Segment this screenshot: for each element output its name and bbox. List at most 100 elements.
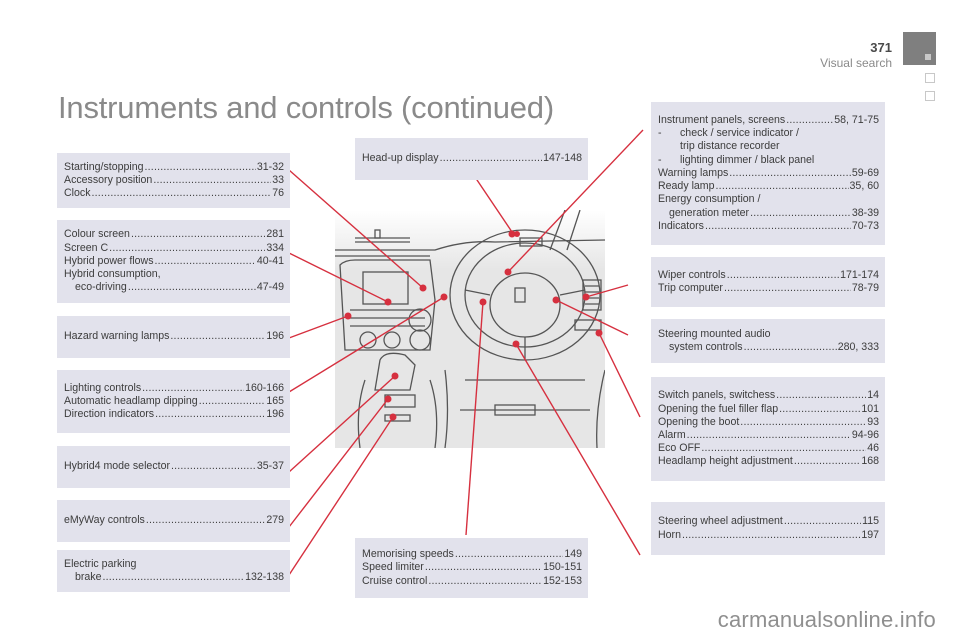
index-box-lighting: Lighting controls 160-166 Automatic head… — [57, 370, 290, 433]
tab-marker-icon — [925, 54, 931, 60]
dashboard-drawing — [335, 210, 605, 448]
index-entry[interactable]: Hybrid consumption, — [64, 268, 284, 281]
index-entry[interactable]: Horn197 — [658, 529, 879, 542]
page-ref: 35-37 — [256, 460, 284, 473]
index-entry[interactable]: Indicators70-73 — [658, 220, 879, 233]
page-ref: 132-138 — [245, 571, 284, 583]
index-entry[interactable]: trip distance recorder — [658, 140, 879, 153]
page-number: 371 — [870, 40, 892, 55]
section-tab-active[interactable] — [903, 32, 936, 65]
index-entry[interactable]: Lighting controls 160-166 — [64, 382, 284, 395]
index-entry[interactable]: - check / service indicator / — [658, 127, 879, 140]
page-ref: 149 — [564, 548, 582, 561]
page-ref: 76 — [272, 187, 284, 200]
index-entry[interactable]: Steering wheel adjustment 115 — [658, 515, 879, 528]
index-box-switch-panels: Switch panels, switchess14 Opening the f… — [651, 377, 885, 481]
index-entry[interactable]: Hybrid4 mode selector35-37 — [64, 460, 284, 473]
index-entry[interactable]: Memorising speeds 149 — [362, 548, 582, 561]
page-ref: 160-166 — [245, 381, 284, 394]
page-ref: 115 — [862, 515, 879, 528]
index-entry[interactable]: Speed limiter150-151 — [362, 561, 582, 574]
index-entry[interactable]: Eco OFF 46 — [658, 442, 879, 455]
page-ref: 280, 333 — [837, 341, 879, 353]
index-entry[interactable]: Cruise control 152-153 — [362, 575, 582, 588]
page-ref: 58, 71-75 — [834, 114, 879, 127]
page-ref: 38-39 — [851, 206, 879, 219]
index-entry[interactable]: Wiper controls171-174 — [658, 269, 879, 282]
page-ref: 165 — [266, 394, 284, 407]
index-entry[interactable]: Headlamp height adjustment168 — [658, 455, 879, 468]
index-box-steering-audio: Steering mounted audio system controls 2… — [651, 319, 885, 363]
page-ref: 168 — [861, 455, 879, 468]
page-ref: 171-174 — [840, 268, 879, 281]
index-entry[interactable]: Clock76 — [64, 187, 284, 200]
watermark: carmanualsonline.info — [717, 607, 936, 632]
index-entry[interactable]: system controls 280, 333 — [658, 341, 879, 354]
index-entry[interactable]: Ready lamp 35, 60 — [658, 180, 879, 193]
index-entry[interactable]: Energy consumption / — [658, 193, 879, 206]
index-box-instrument-panels: Instrument panels, screens 58, 71-75 -ch… — [651, 102, 885, 245]
index-box-emyway: eMyWay controls 279 — [57, 500, 290, 542]
page-ref: 46 — [867, 442, 879, 455]
index-entry[interactable]: Warning lamps59-69 — [658, 167, 879, 180]
index-entry[interactable]: eco-driving47-49 — [64, 281, 284, 294]
index-entry[interactable]: Switch panels, switchess14 — [658, 389, 879, 402]
index-entry[interactable]: Head-up display147-148 — [362, 152, 582, 165]
index-entry[interactable]: Hybrid power flows 40-41 — [64, 255, 284, 268]
index-box-steering-wheel: Steering wheel adjustment 115 Horn197 — [651, 502, 885, 555]
page-ref: 197 — [861, 528, 879, 541]
page-ref: 47-49 — [256, 281, 284, 294]
index-box-starting: Starting/stopping31-32 Accessory positio… — [57, 153, 290, 208]
section-label: Visual search — [820, 56, 892, 70]
page-ref: 279 — [266, 514, 284, 527]
section-tab[interactable] — [925, 91, 935, 101]
section-tab[interactable] — [925, 73, 935, 83]
index-entry[interactable]: brake 132-138 — [64, 571, 284, 584]
page-ref: 334 — [266, 241, 284, 254]
index-entry[interactable]: Colour screen 281 — [64, 228, 284, 241]
index-entry[interactable]: Starting/stopping31-32 — [64, 161, 284, 174]
index-entry[interactable]: Opening the boot93 — [658, 416, 879, 429]
page-ref: 35, 60 — [849, 180, 879, 193]
page-ref: 281 — [266, 228, 284, 241]
dashboard-illustration — [335, 210, 605, 448]
index-box-colour-screen: Colour screen 281 Screen C334 Hybrid pow… — [57, 220, 290, 303]
page-ref: 94-96 — [851, 429, 879, 441]
page-title: Instruments and controls (continued) — [58, 90, 554, 125]
index-box-hazard: Hazard warning lamps196 — [57, 316, 290, 358]
page-ref: 40-41 — [256, 254, 284, 267]
index-entry[interactable]: Opening the fuel filler flap101 — [658, 403, 879, 416]
page-ref: 93 — [867, 415, 879, 428]
index-entry[interactable]: Electric parking — [64, 558, 284, 571]
index-entry[interactable]: Hazard warning lamps196 — [64, 330, 284, 343]
page-ref: 59-69 — [851, 166, 879, 179]
page-ref: 78-79 — [851, 282, 879, 294]
index-box-head-up: Head-up display147-148 — [355, 138, 588, 180]
page-ref: 196 — [266, 408, 284, 421]
page-ref: 147-148 — [543, 152, 582, 165]
index-entry[interactable]: Trip computer 78-79 — [658, 282, 879, 295]
index-entry[interactable]: Screen C334 — [64, 242, 284, 255]
index-entry[interactable]: generation meter 38-39 — [658, 207, 879, 220]
index-entry[interactable]: Steering mounted audio — [658, 328, 879, 341]
callout-line-switch-panels — [598, 332, 641, 418]
index-entry[interactable]: Automatic headlamp dipping 165 — [64, 395, 284, 408]
index-entry[interactable]: Alarm 94-96 — [658, 429, 879, 442]
index-entry[interactable]: Accessory position33 — [64, 174, 284, 187]
index-box-parking-brake: Electric parking brake 132-138 — [57, 550, 290, 592]
page-ref: 152-153 — [543, 574, 582, 587]
index-entry[interactable]: - lighting dimmer / black panel — [658, 154, 879, 167]
page-ref: 14 — [867, 389, 879, 402]
page-ref: 70-73 — [851, 219, 879, 232]
page-ref: 101 — [861, 402, 879, 415]
index-box-hybrid4: Hybrid4 mode selector35-37 — [57, 446, 290, 488]
page-ref: 33 — [272, 173, 284, 186]
index-entry[interactable]: Direction indicators196 — [64, 408, 284, 421]
index-box-wiper: Wiper controls171-174 Trip computer 78-7… — [651, 257, 885, 307]
page-ref: 196 — [266, 330, 284, 343]
index-entry[interactable]: Instrument panels, screens 58, 71-75 — [658, 114, 879, 127]
page-ref: 31-32 — [256, 160, 284, 173]
page-ref: 150-151 — [543, 561, 582, 574]
index-entry[interactable]: eMyWay controls 279 — [64, 514, 284, 527]
index-box-speeds: Memorising speeds 149 Speed limiter150-1… — [355, 538, 588, 598]
